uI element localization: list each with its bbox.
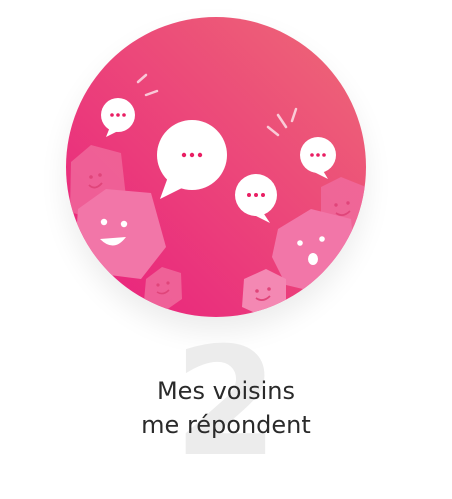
step-title-line-2: me répondent bbox=[141, 411, 311, 439]
step-card: 2 Mes voisins me répondent bbox=[0, 0, 452, 499]
step-title-line-1: Mes voisins bbox=[156, 377, 296, 405]
step-title: Mes voisins me répondent bbox=[0, 374, 452, 442]
neighbors-chat-illustration bbox=[66, 17, 366, 317]
